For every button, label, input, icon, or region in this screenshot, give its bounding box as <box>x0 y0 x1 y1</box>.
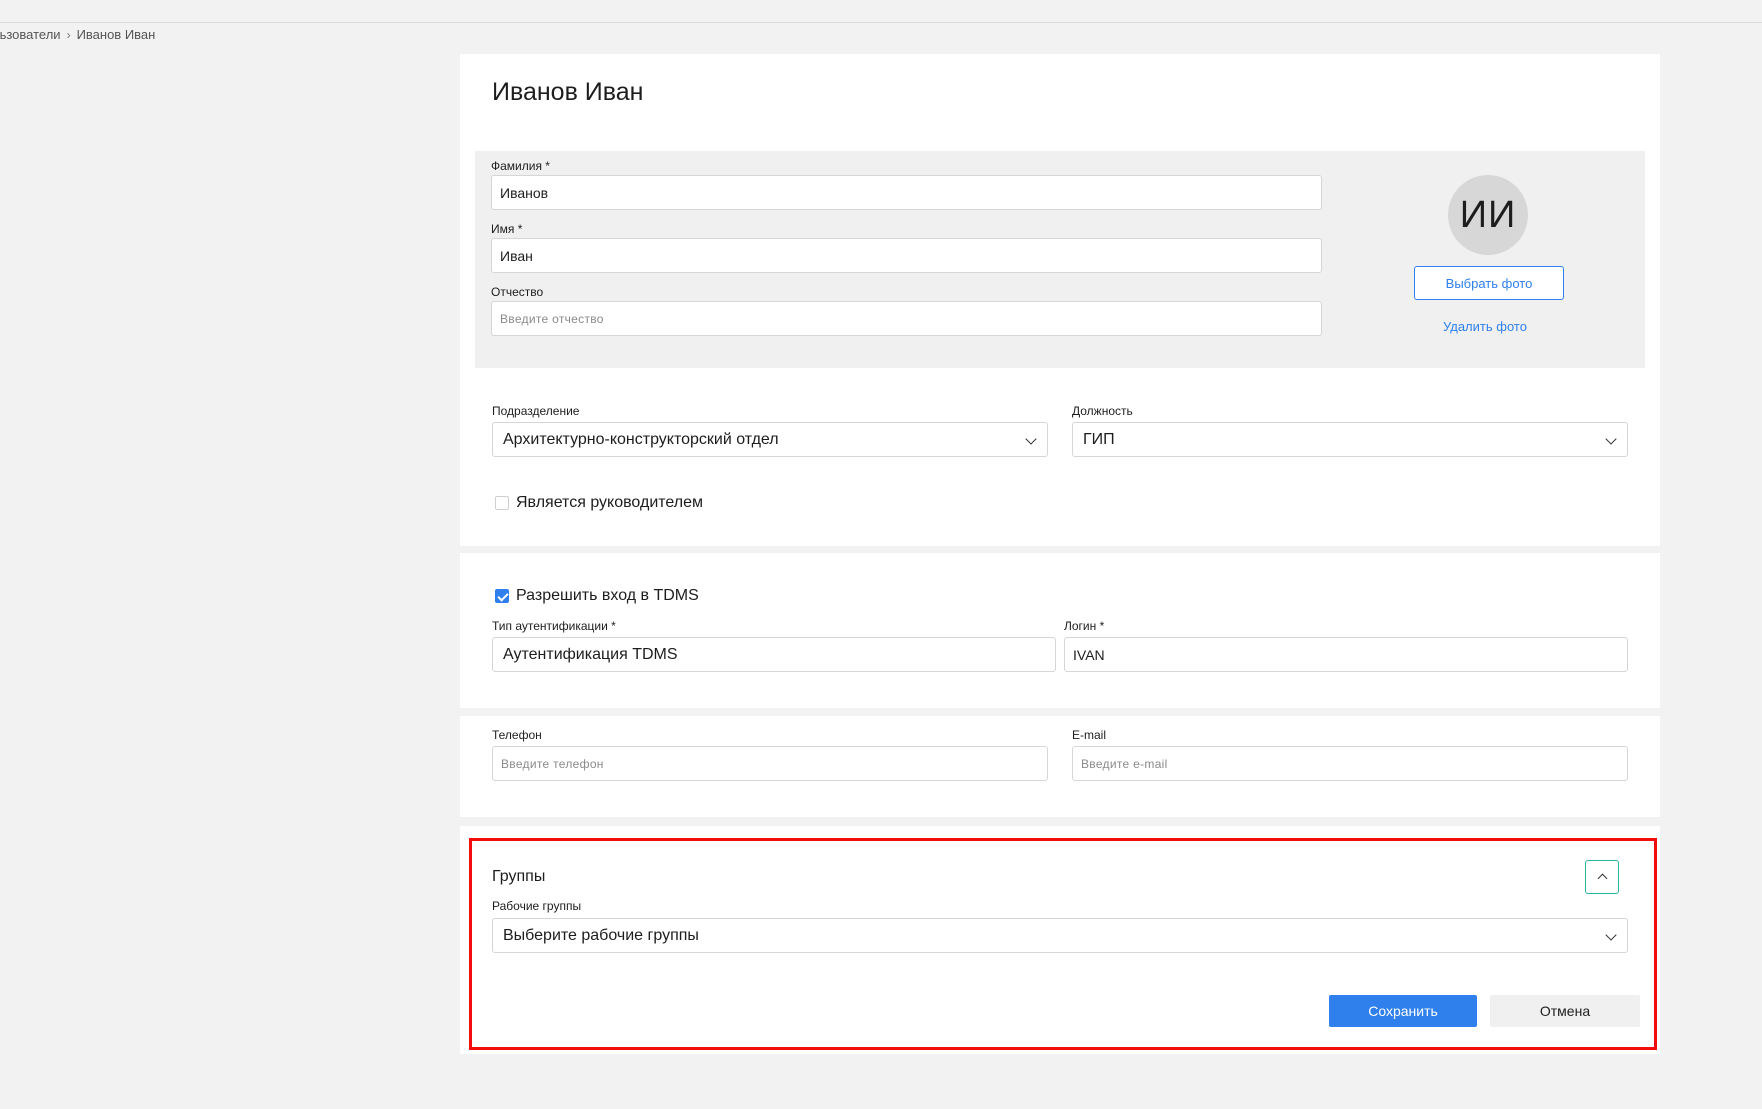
user-main-card: Иванов Иван Фамилия * Иванов Имя * Иван … <box>460 54 1660 546</box>
last-name-label: Фамилия * <box>491 159 550 173</box>
email-label: E-mail <box>1072 728 1107 742</box>
position-select-value: ГИП <box>1083 430 1115 448</box>
login-label: Логин * <box>1064 619 1105 633</box>
delete-photo-link[interactable]: Удалить фото <box>1443 319 1527 334</box>
choose-photo-button[interactable]: Выбрать фото <box>1414 266 1564 300</box>
highlight-frame <box>469 838 1657 1050</box>
login-input[interactable]: IVAN <box>1064 637 1628 672</box>
patronymic-label: Отчество <box>491 285 544 299</box>
is-manager-label: Является руководителем <box>516 494 703 511</box>
breadcrumb-item-current: Иванов Иван <box>76 27 156 42</box>
is-manager-checkbox[interactable] <box>495 496 509 510</box>
email-input[interactable]: Введите e-mail <box>1072 746 1628 781</box>
division-select[interactable]: Архитектурно-конструкторский отдел <box>492 422 1048 457</box>
last-name-input[interactable]: Иванов <box>491 175 1322 210</box>
breadcrumb-item-users[interactable]: льзователи <box>0 27 61 42</box>
auth-type-label: Тип аутентификации * <box>492 619 616 633</box>
position-select[interactable]: ГИП <box>1072 422 1628 457</box>
page-title: Иванов Иван <box>492 78 644 106</box>
patronymic-input[interactable]: Введите отчество <box>491 301 1322 336</box>
auth-type-input[interactable]: Аутентификация TDMS <box>492 637 1056 672</box>
allow-login-checkbox[interactable] <box>495 589 509 603</box>
phone-label: Телефон <box>492 728 542 742</box>
first-name-input[interactable]: Иван <box>491 238 1322 273</box>
contacts-card: Телефон Введите телефон E-mail Введите e… <box>460 716 1660 817</box>
division-select-value: Архитектурно-конструкторский отдел <box>503 430 779 448</box>
division-label: Подразделение <box>492 404 580 418</box>
allow-login-label: Разрешить вход в TDMS <box>516 587 699 604</box>
position-label: Должность <box>1072 404 1133 418</box>
access-card: Разрешить вход в TDMS Тип аутентификации… <box>460 553 1660 708</box>
top-divider <box>0 22 1762 23</box>
chevron-down-icon <box>1605 433 1617 445</box>
avatar: ИИ <box>1448 175 1528 255</box>
chevron-right-icon: › <box>66 27 71 42</box>
first-name-label: Имя * <box>491 222 523 236</box>
breadcrumb: льзователи › Иванов Иван <box>0 27 155 42</box>
chevron-down-icon <box>1025 433 1037 445</box>
phone-input[interactable]: Введите телефон <box>492 746 1048 781</box>
